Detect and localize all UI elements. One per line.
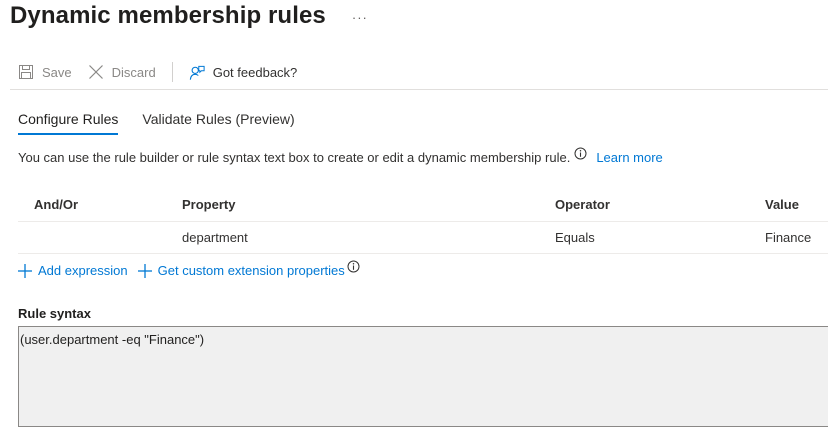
plus-icon bbox=[18, 263, 32, 278]
column-header-property: Property bbox=[182, 197, 236, 212]
page: Dynamic membership rules ··· Save Discar… bbox=[0, 0, 828, 431]
value-cell[interactable]: Finance bbox=[765, 222, 811, 253]
save-icon bbox=[18, 64, 34, 80]
more-options-button[interactable]: ··· bbox=[352, 10, 368, 25]
toolbar-divider-line bbox=[10, 89, 828, 90]
tab-bar: Configure Rules Validate Rules (Preview) bbox=[18, 107, 295, 135]
info-icon[interactable] bbox=[347, 260, 360, 273]
info-icon[interactable] bbox=[574, 147, 587, 160]
tab-configure-rules[interactable]: Configure Rules bbox=[18, 107, 119, 135]
rule-syntax-value: (user.department -eq "Finance") bbox=[20, 332, 205, 347]
table-row[interactable]: department Equals Finance bbox=[18, 222, 828, 254]
operator-cell[interactable]: Equals bbox=[555, 222, 595, 253]
rule-syntax-label: Rule syntax bbox=[18, 306, 91, 321]
rule-actions: Add expression Get custom extension prop… bbox=[18, 260, 360, 278]
discard-label: Discard bbox=[111, 64, 156, 80]
close-icon bbox=[88, 64, 104, 80]
feedback-button[interactable]: Got feedback? bbox=[189, 58, 298, 86]
command-bar: Save Discard Got feedback? bbox=[18, 58, 297, 86]
description: You can use the rule builder or rule syn… bbox=[18, 147, 663, 165]
column-header-and-or: And/Or bbox=[34, 197, 79, 212]
discard-button[interactable]: Discard bbox=[88, 58, 156, 86]
column-header-operator: Operator bbox=[555, 197, 610, 212]
save-button[interactable]: Save bbox=[18, 58, 72, 86]
feedback-label: Got feedback? bbox=[212, 64, 298, 80]
page-title: Dynamic membership rules bbox=[10, 2, 326, 29]
toolbar-divider bbox=[171, 62, 173, 82]
column-header-value: Value bbox=[765, 197, 799, 212]
description-text: You can use the rule builder or rule syn… bbox=[18, 150, 571, 165]
tab-validate-rules[interactable]: Validate Rules (Preview) bbox=[142, 107, 294, 135]
rules-table: And/Or Property Operator Value departmen… bbox=[18, 188, 828, 254]
table-header-row: And/Or Property Operator Value bbox=[18, 188, 828, 222]
add-expression-button[interactable]: Add expression bbox=[18, 263, 128, 278]
learn-more-link[interactable]: Learn more bbox=[596, 150, 662, 165]
get-custom-extension-properties-button[interactable]: Get custom extension properties bbox=[137, 263, 345, 278]
rule-syntax-textbox[interactable]: (user.department -eq "Finance") bbox=[18, 326, 828, 427]
add-expression-label: Add expression bbox=[38, 263, 128, 278]
custom-extension-label: Get custom extension properties bbox=[157, 263, 345, 278]
property-cell[interactable]: department bbox=[182, 222, 248, 253]
title-row: Dynamic membership rules ··· bbox=[10, 0, 368, 32]
feedback-person-icon bbox=[189, 64, 205, 80]
plus-icon bbox=[137, 263, 152, 278]
save-label: Save bbox=[42, 64, 72, 80]
